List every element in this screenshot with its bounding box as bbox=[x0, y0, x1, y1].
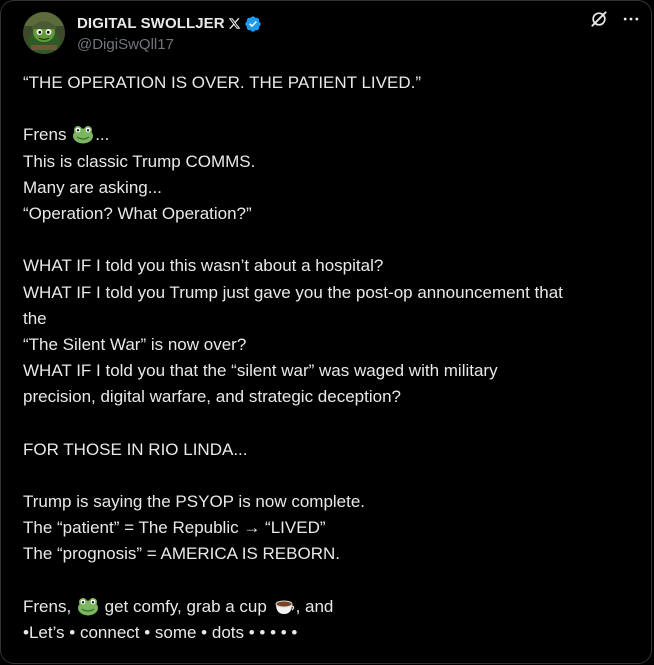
post-line: •Let’s • connect • some • dots • • • • • bbox=[23, 622, 298, 642]
frog-soldier-avatar-icon bbox=[23, 12, 65, 54]
post-line: WHAT IF I told you that the “silent war”… bbox=[23, 361, 498, 381]
post-text: “THE OPERATION IS OVER. THE PATIENT LIVE… bbox=[23, 70, 643, 646]
x-logo-icon bbox=[228, 17, 241, 30]
post-header: DIGITAL SWOLLJER @DigiSwQll17 bbox=[23, 11, 635, 55]
post-line: precision, digital warfare, and strategi… bbox=[23, 387, 401, 407]
post-text-segment: get comfy, grab a cup bbox=[99, 596, 272, 616]
author-display-name[interactable]: DIGITAL SWOLLJER bbox=[77, 15, 225, 32]
frog-emoji-icon bbox=[77, 596, 99, 616]
author-block: DIGITAL SWOLLJER @DigiSwQll17 bbox=[77, 14, 635, 53]
verified-badge-icon bbox=[244, 15, 262, 33]
avatar[interactable] bbox=[23, 12, 65, 54]
post-line: WHAT IF I told you this wasn’t about a h… bbox=[23, 256, 384, 276]
post-line: FOR THOSE IN RIO LINDA... bbox=[23, 439, 248, 459]
more-icon bbox=[623, 17, 639, 21]
post-line: “The Silent War” is now over? bbox=[23, 334, 247, 354]
post-line: Many are asking... bbox=[23, 177, 162, 197]
post-actions bbox=[579, 7, 643, 31]
post-card: DIGITAL SWOLLJER @DigiSwQll17 “THE OPERA… bbox=[0, 0, 652, 664]
author-handle[interactable]: @DigiSwQll17 bbox=[77, 36, 635, 53]
post-line: the bbox=[23, 308, 47, 328]
post-line: WHAT IF I told you Trump just gave you t… bbox=[23, 282, 563, 302]
more-button[interactable] bbox=[619, 7, 643, 31]
post-text-segment: Frens bbox=[23, 125, 72, 145]
coffee-cup-emoji-icon bbox=[273, 596, 295, 616]
post-line: Trump is saying the PSYOP is now complet… bbox=[23, 492, 366, 511]
post-text-segment: Frens, bbox=[23, 596, 76, 616]
post-line: The “prognosis” = AMERICA IS REBORN. bbox=[23, 544, 340, 564]
name-row: DIGITAL SWOLLJER bbox=[77, 14, 635, 34]
post-line: This is classic Trump COMMS. bbox=[23, 151, 256, 171]
post-line: Frens ... bbox=[23, 122, 643, 148]
post-text-segment: , and bbox=[295, 596, 334, 616]
post-text-segment: ... bbox=[95, 125, 110, 145]
post-line: The “patient” = The Republic → “LIVED” bbox=[23, 518, 326, 538]
frog-emoji-icon bbox=[72, 124, 94, 144]
grok-button[interactable] bbox=[587, 7, 611, 31]
post-line: “THE OPERATION IS OVER. THE PATIENT LIVE… bbox=[23, 73, 421, 92]
post-line: Frens, get comfy, grab a cup , and bbox=[23, 594, 643, 620]
post-line: “Operation? What Operation?” bbox=[23, 203, 252, 223]
grok-icon bbox=[591, 11, 607, 27]
